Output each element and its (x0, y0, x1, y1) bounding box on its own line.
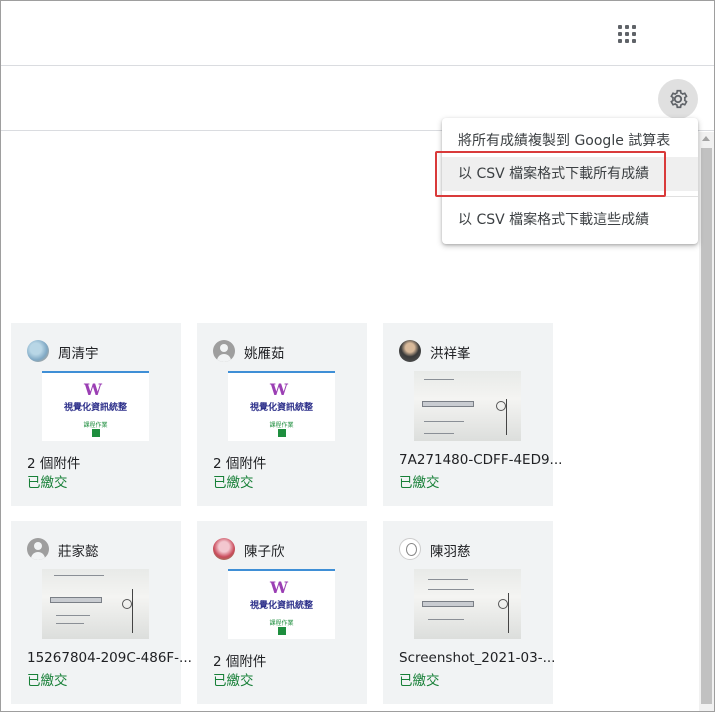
avatar (399, 538, 421, 560)
avatar (27, 340, 49, 362)
status-turned-in: 已繳交 (213, 475, 254, 491)
paper-diagram (498, 599, 508, 609)
paper-diagram (506, 399, 507, 435)
student-name: 陳羽慈 (430, 544, 471, 560)
paper-diagram (122, 599, 132, 609)
paper-handwriting (56, 615, 90, 616)
attachment-info: 2 個附件 (213, 654, 267, 670)
student-card[interactable]: 周清宇 W 視覺化資訊統整 課程作業 2 個附件 已繳交 (11, 323, 181, 506)
paper-handwriting (424, 379, 454, 380)
attachment-thumbnail[interactable]: W 視覺化資訊統整 課程作業 (42, 371, 149, 441)
menu-item-download-these-csv[interactable]: 以 CSV 檔案格式下載這些成績 (442, 203, 698, 237)
paper-line (54, 575, 104, 576)
paper-label-box (50, 597, 102, 603)
student-name: 莊家懿 (58, 544, 99, 560)
paper-diagram (508, 593, 509, 633)
status-turned-in: 已繳交 (213, 673, 254, 689)
default-avatar-icon (27, 538, 49, 560)
slide-badge (92, 429, 100, 437)
slide-badge (278, 627, 286, 635)
student-card[interactable]: 姚雁茹 W 視覺化資訊統整 課程作業 2 個附件 已繳交 (197, 323, 367, 506)
attachment-info: 15267804-209C-486F-... (27, 650, 192, 666)
attachment-info: 2 個附件 (27, 456, 81, 472)
student-name: 周清宇 (58, 346, 99, 362)
attachment-thumbnail[interactable] (42, 569, 149, 639)
paper-handwriting (56, 623, 84, 624)
slide-logo: W (270, 578, 288, 597)
slide-title: 視覺化資訊統整 (249, 403, 313, 413)
status-turned-in: 已繳交 (27, 673, 68, 689)
paper-diagram (496, 401, 506, 411)
paper-line (424, 421, 464, 422)
slide-logo: W (84, 380, 102, 399)
avatar (399, 340, 421, 362)
paper-label-box (422, 601, 474, 607)
paper-handwriting (428, 579, 468, 580)
attachment-thumbnail[interactable] (414, 569, 521, 639)
avatar (213, 538, 235, 560)
student-name: 陳子欣 (244, 544, 285, 560)
attachment-info: 2 個附件 (213, 456, 267, 472)
attachment-thumbnail[interactable]: W 視覺化資訊統整 課程作業 (228, 569, 335, 639)
slide-badge (278, 429, 286, 437)
student-card[interactable]: 洪祥峯 7A271480-CDFF-4ED9... 已繳交 (383, 323, 562, 506)
apps-grid-icon[interactable] (612, 20, 640, 48)
attachment-info: 7A271480-CDFF-4ED9... (399, 452, 563, 468)
status-turned-in: 已繳交 (399, 475, 440, 491)
top-app-bar (0, 0, 715, 66)
attachment-thumbnail[interactable]: W 視覺化資訊統整 課程作業 (228, 371, 335, 441)
student-card[interactable]: 陳羽慈 Screenshot_2021-03-... 已繳交 (383, 521, 556, 704)
attachment-info: Screenshot_2021-03-... (399, 650, 556, 666)
default-avatar-icon (213, 340, 235, 362)
gear-icon[interactable] (658, 79, 698, 119)
student-card[interactable]: 莊家懿 15267804-209C-486F-... 已繳交 (11, 521, 192, 704)
slide-title: 視覺化資訊統整 (249, 601, 313, 611)
paper-handwriting (428, 589, 474, 590)
vertical-scrollbar[interactable] (699, 132, 714, 711)
attachment-thumbnail[interactable] (414, 371, 521, 441)
paper-label-box (422, 401, 474, 407)
scrollbar-thumb[interactable] (701, 148, 712, 704)
slide-title: 視覺化資訊統整 (63, 403, 127, 413)
scroll-up-arrow-icon[interactable] (702, 136, 710, 141)
status-turned-in: 已繳交 (399, 673, 440, 689)
status-turned-in: 已繳交 (27, 475, 68, 491)
slide-logo: W (270, 380, 288, 399)
paper-line (424, 433, 454, 434)
slide-subtitle: 課程作業 (269, 620, 294, 627)
paper-handwriting (428, 619, 464, 620)
highlight-annotation-box (435, 151, 666, 197)
student-name: 洪祥峯 (430, 346, 471, 362)
slide-subtitle: 課程作業 (269, 422, 294, 429)
student-name: 姚雁茹 (244, 346, 285, 362)
paper-diagram (132, 589, 133, 633)
student-card[interactable]: 陳子欣 W 視覺化資訊統整 課程作業 2 個附件 已繳交 (197, 521, 367, 704)
slide-subtitle: 課程作業 (83, 422, 108, 429)
